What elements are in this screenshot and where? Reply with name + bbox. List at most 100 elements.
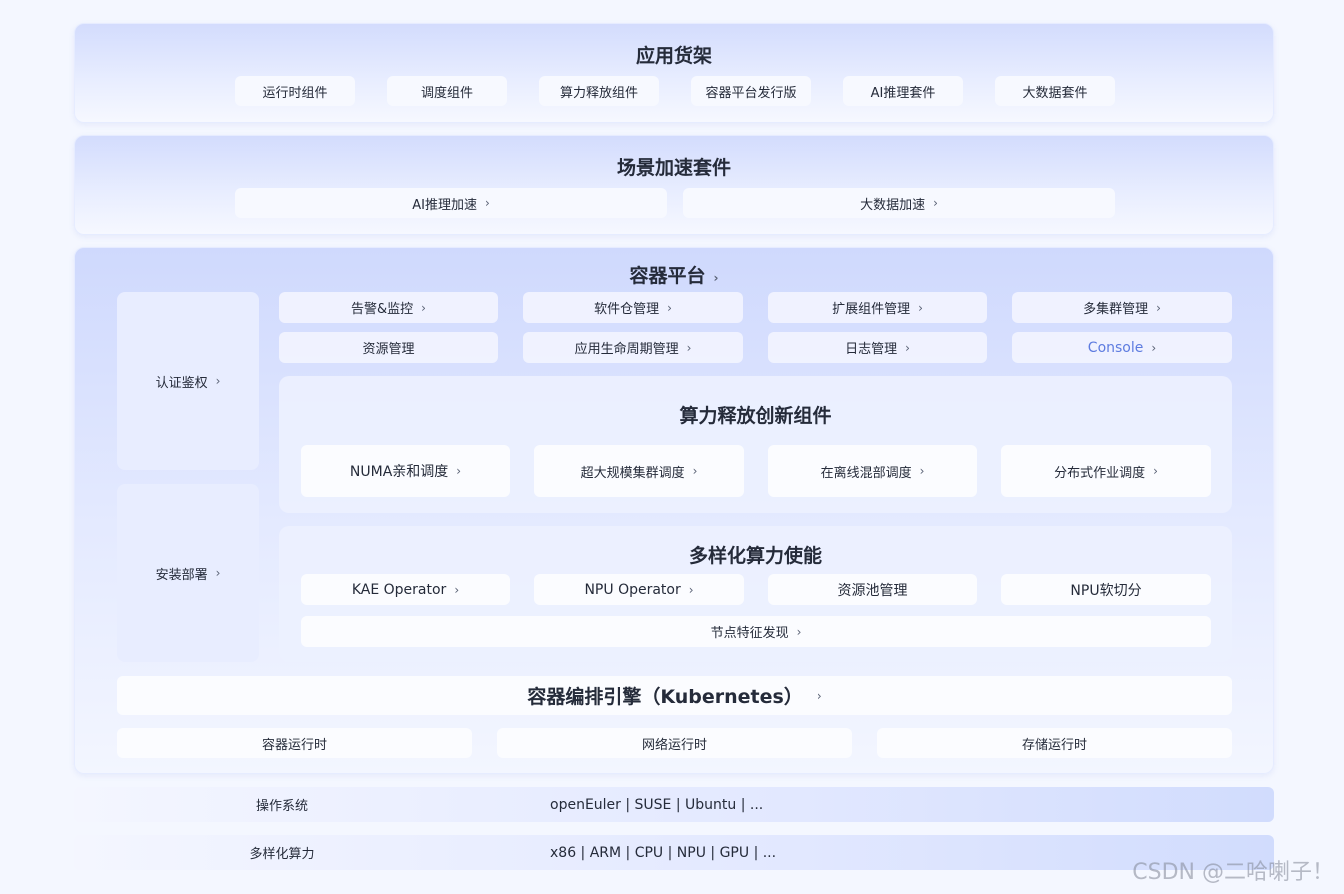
- console-label: Console: [1087, 339, 1144, 356]
- link-label: KAE Operator: [351, 581, 447, 598]
- log-management-link[interactable]: 日志管理 ›: [768, 332, 987, 363]
- link-label: 应用生命周期管理: [574, 342, 679, 357]
- link-label: 告警&监控: [351, 302, 414, 317]
- diverse-compute-panel: 多样化算力使能 KAE Operator › NPU Operator › 资源池管…: [279, 526, 1232, 662]
- app-shelf-title: 应用货架: [635, 45, 712, 67]
- chevron-right-icon: ›: [919, 464, 925, 478]
- resource-pool-item: 资源池管理: [768, 574, 977, 605]
- chevron-right-icon: ›: [1153, 464, 1158, 478]
- link-label: 节点特征发现: [710, 626, 789, 641]
- numa-scheduling-link[interactable]: NUMA亲和调度 ›: [301, 445, 510, 497]
- link-label: 软件仓管理: [594, 302, 660, 317]
- link-label: 超大规模集群调度: [580, 465, 685, 481]
- shelf-item-label: 调度组件: [420, 85, 473, 101]
- chevron-right-icon: ›: [215, 374, 221, 388]
- compute-value: x86 | ARM | CPU | NPU | GPU | ...: [550, 844, 777, 861]
- auth-label: 认证鉴权: [155, 375, 208, 391]
- shelf-item-platform-distribution[interactable]: 容器平台发行版: [691, 76, 811, 106]
- chevron-right-icon: ›: [421, 300, 426, 315]
- colocation-scheduling-link[interactable]: 在离线混部调度 ›: [768, 445, 977, 497]
- chevron-right-icon: ›: [686, 340, 692, 355]
- item-label: 资源管理: [362, 342, 415, 357]
- shelf-item-bigdata-kit[interactable]: 大数据套件: [995, 76, 1115, 106]
- kae-operator-link[interactable]: KAE Operator ›: [301, 574, 510, 605]
- npu-operator-link[interactable]: NPU Operator ›: [534, 574, 744, 605]
- chevron-right-icon: ›: [215, 566, 221, 580]
- chevron-right-icon: ›: [933, 196, 938, 210]
- extension-management-link[interactable]: 扩展组件管理 ›: [768, 292, 987, 323]
- container-platform-title-link[interactable]: 容器平台 ›: [75, 261, 1273, 288]
- chevron-right-icon: ›: [1151, 340, 1157, 355]
- watermark: CSDN @二哈喇子！: [1132, 860, 1334, 885]
- link-label: 分布式作业调度: [1054, 465, 1146, 481]
- shelf-item-scheduling[interactable]: 调度组件: [387, 76, 507, 106]
- link-label: 扩展组件管理: [832, 302, 911, 317]
- link-label: NPU Operator: [584, 581, 681, 598]
- resource-management-item: 资源管理: [279, 332, 498, 363]
- install-label: 安装部署: [155, 567, 208, 583]
- kubernetes-engine-label: 容器编排引擎（Kubernetes）: [527, 686, 803, 708]
- chevron-right-icon: ›: [484, 196, 490, 210]
- chevron-right-icon: ›: [796, 624, 802, 639]
- chevron-right-icon: ›: [1156, 300, 1161, 315]
- network-runtime-item: 网络运行时: [497, 728, 852, 758]
- link-label: NUMA亲和调度: [349, 464, 449, 480]
- os-value: openEuler | SUSE | Ubuntu | ...: [550, 796, 764, 813]
- auth-card[interactable]: 认证鉴权 ›: [117, 292, 259, 470]
- chevron-right-icon: ›: [667, 300, 672, 315]
- node-feature-discovery-link[interactable]: 节点特征发现 ›: [301, 616, 1211, 647]
- item-label: NPU软切分: [1070, 582, 1142, 599]
- chevron-right-icon: ›: [692, 464, 698, 478]
- chevron-right-icon: ›: [713, 271, 719, 285]
- app-shelf-section: 应用货架 运行时组件 调度组件 算力释放组件 容器平台发行版 AI推理套件 大数…: [74, 23, 1274, 123]
- link-label: 在离线混部调度: [820, 465, 912, 481]
- shelf-item-label: AI推理套件: [870, 85, 936, 101]
- repo-management-link[interactable]: 软件仓管理 ›: [523, 292, 743, 323]
- compute-label: 多样化算力: [249, 847, 315, 862]
- compute-release-panel: 算力释放创新组件 NUMA亲和调度 › 超大规模集群调度 › 在离线混部调度 › 分布…: [279, 376, 1232, 513]
- compute-release-title: 算力释放创新组件: [679, 405, 832, 427]
- item-label: 网络运行时: [641, 737, 707, 753]
- multi-cluster-link[interactable]: 多集群管理 ›: [1012, 292, 1232, 323]
- link-label: 日志管理: [845, 342, 898, 357]
- kubernetes-engine-link[interactable]: 容器编排引擎（Kubernetes） ›: [117, 676, 1232, 715]
- shelf-item-label: 大数据套件: [1022, 85, 1088, 101]
- compute-bar: 多样化算力 x86 | ARM | CPU | NPU | GPU | ...: [74, 835, 1274, 870]
- shelf-item-runtime[interactable]: 运行时组件: [235, 76, 355, 106]
- acceleration-title: 场景加速套件: [616, 157, 731, 179]
- shelf-item-label: 容器平台发行版: [705, 85, 797, 101]
- install-card[interactable]: 安装部署 ›: [117, 484, 259, 662]
- container-runtime-item: 容器运行时: [117, 728, 472, 758]
- link-label: 大数据加速: [860, 197, 926, 213]
- app-lifecycle-link[interactable]: 应用生命周期管理 ›: [523, 332, 743, 363]
- chevron-right-icon: ›: [905, 340, 910, 355]
- shelf-item-compute-release[interactable]: 算力释放组件: [539, 76, 659, 106]
- os-bar: 操作系统 openEuler | SUSE | Ubuntu | ...: [74, 787, 1274, 822]
- alert-monitor-link[interactable]: 告警&监控 ›: [279, 292, 498, 323]
- chevron-right-icon: ›: [456, 464, 462, 478]
- container-platform-title: 容器平台: [629, 265, 706, 287]
- acceleration-section: 场景加速套件 AI推理加速 › 大数据加速 ›: [74, 135, 1274, 235]
- os-label: 操作系统: [255, 799, 308, 814]
- container-platform-section: 容器平台 › 认证鉴权 › 安装部署 › 告警&监控 › 软件仓管理 › 扩展组件管理 › …: [74, 247, 1274, 774]
- bigdata-acceleration-link[interactable]: 大数据加速 ›: [683, 188, 1115, 218]
- storage-runtime-item: 存储运行时: [877, 728, 1232, 758]
- npu-slicing-item: NPU软切分: [1001, 574, 1211, 605]
- item-label: 存储运行时: [1021, 737, 1087, 753]
- item-label: 容器运行时: [261, 737, 327, 753]
- chevron-right-icon: ›: [816, 688, 822, 703]
- shelf-item-label: 算力释放组件: [559, 85, 638, 101]
- diverse-compute-title: 多样化算力使能: [688, 545, 822, 567]
- console-link[interactable]: Console ›: [1012, 332, 1232, 363]
- link-label: AI推理加速: [412, 197, 477, 213]
- chevron-right-icon: ›: [918, 300, 923, 315]
- ai-inference-acceleration-link[interactable]: AI推理加速 ›: [235, 188, 667, 218]
- shelf-item-label: 运行时组件: [262, 85, 328, 101]
- item-label: 资源池管理: [837, 582, 908, 599]
- shelf-item-ai-inference-kit[interactable]: AI推理套件: [843, 76, 963, 106]
- chevron-right-icon: ›: [454, 582, 460, 597]
- large-cluster-scheduling-link[interactable]: 超大规模集群调度 ›: [534, 445, 744, 497]
- distributed-job-scheduling-link[interactable]: 分布式作业调度 ›: [1001, 445, 1211, 497]
- chevron-right-icon: ›: [688, 582, 694, 597]
- link-label: 多集群管理: [1083, 302, 1149, 317]
